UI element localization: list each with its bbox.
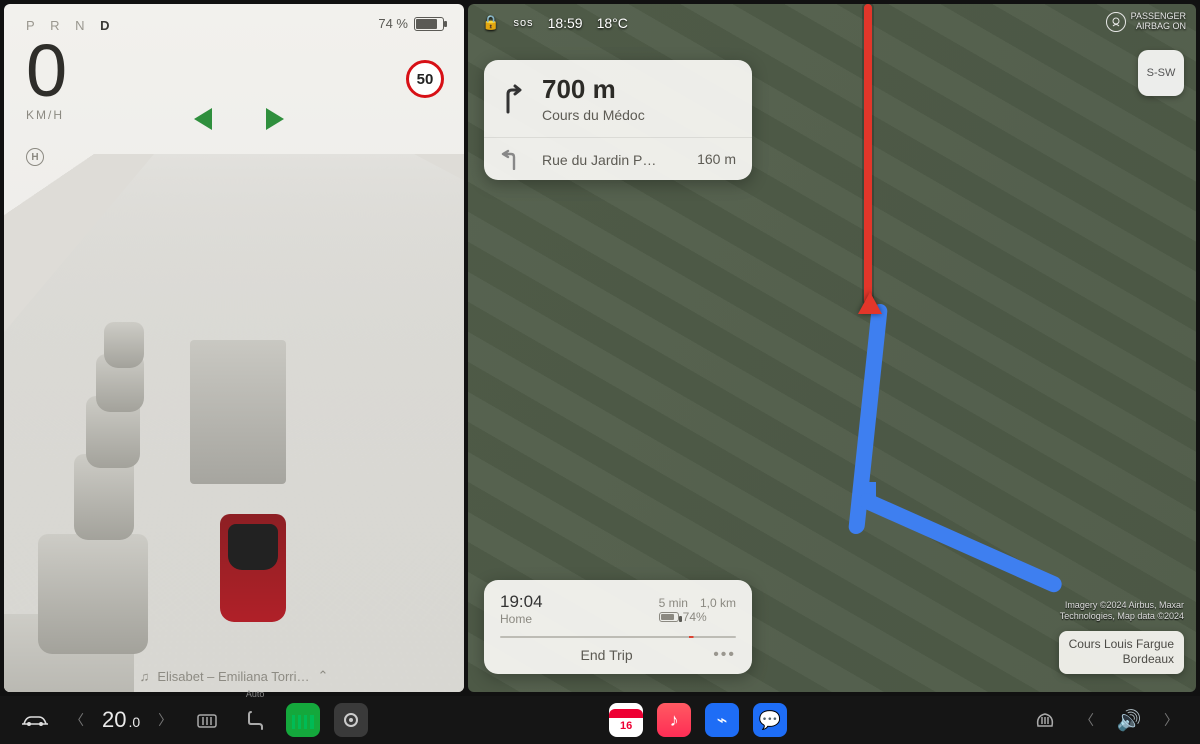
messages-app-button[interactable]: 💬 xyxy=(753,703,787,737)
temp-down-button[interactable]: 〈 xyxy=(66,710,88,730)
trip-progress-bar xyxy=(500,636,736,638)
airbag-line2: AIRBAG ON xyxy=(1131,22,1186,32)
turn-right-icon xyxy=(500,84,528,114)
eta-distance: 1,0 km xyxy=(700,596,736,610)
turn-signal-right-icon xyxy=(266,108,284,130)
trip-summary-card[interactable]: 19:04 Home 5 min 1,0 km 74% End xyxy=(484,580,752,674)
speed-value: 0 xyxy=(26,34,67,108)
eta-duration: 5 min xyxy=(659,596,688,610)
route-segment xyxy=(848,304,888,534)
turn-secondary-road: Rue du Jardin P… xyxy=(542,152,683,168)
now-playing-bar[interactable]: ♫ Elisabet – Emiliana Torri… ⌃ xyxy=(4,668,464,684)
dashcam-app-button[interactable] xyxy=(334,703,368,737)
vehicle-parked xyxy=(104,322,144,368)
map-attribution: Imagery ©2024 Airbus, Maxar Technologies… xyxy=(1060,600,1184,622)
eta-arrival-soc: 74% xyxy=(683,610,707,624)
music-app-button[interactable]: ♪ xyxy=(657,703,691,737)
compass-heading: S-SW xyxy=(1147,67,1176,79)
turn-primary-road: Cours du Médoc xyxy=(542,107,736,123)
airbag-status: PASSENGER AIRBAG ON xyxy=(1106,12,1186,32)
cabin-temperature[interactable]: 20.0 xyxy=(102,707,140,733)
speaker-icon: 🔊 xyxy=(1117,708,1142,733)
volume-button[interactable]: 🔊 xyxy=(1112,703,1146,737)
current-street: Cours Louis Fargue xyxy=(1069,637,1174,653)
compass-button[interactable]: S-SW xyxy=(1138,50,1184,96)
music-note-icon: ♫ xyxy=(140,669,150,684)
airbag-icon xyxy=(1106,12,1126,32)
road-scene xyxy=(4,154,464,692)
vehicle-position-icon xyxy=(858,292,882,314)
bluetooth-app-button[interactable]: ⌁ xyxy=(705,703,739,737)
seat-mode-label: Auto xyxy=(246,689,265,699)
current-location-chip[interactable]: Cours Louis Fargue Bordeaux xyxy=(1059,631,1184,674)
turn-secondary: Rue du Jardin P… 160 m xyxy=(484,137,752,180)
vehicle-truck-ahead xyxy=(190,340,286,484)
chevron-up-icon: ⌃ xyxy=(318,668,329,684)
current-city: Bordeaux xyxy=(1069,652,1174,668)
speedometer: 0 KM/H xyxy=(26,34,67,122)
defrost-rear-button[interactable] xyxy=(190,703,224,737)
eta-arrival-time: 19:04 xyxy=(500,592,543,612)
vehicle-ego xyxy=(220,514,286,622)
route-segment xyxy=(860,482,876,498)
defrost-front-button[interactable] xyxy=(1028,703,1062,737)
speed-unit: KM/H xyxy=(26,108,67,122)
temp-whole: 20 xyxy=(102,707,126,733)
music-note-icon: ♪ xyxy=(670,710,679,731)
car-controls-button[interactable] xyxy=(18,703,52,737)
map-panel[interactable]: 🔒 sos 18:59 18°C PASSENGER AIRBAG ON S-S… xyxy=(468,4,1196,692)
turn-signal-left-icon xyxy=(194,108,212,130)
volume-down-button[interactable]: 〈 xyxy=(1076,710,1098,730)
bottom-dock: 〈 20.0 〉 Auto 16 ♪ ⌁ 💬 xyxy=(0,696,1200,744)
battery-percent: 74 % xyxy=(378,16,408,31)
trip-more-button[interactable]: ••• xyxy=(713,646,736,664)
turn-by-turn-card[interactable]: 700 m Cours du Médoc Rue du Jardin P… 16… xyxy=(484,60,752,180)
now-playing-title: Elisabet – Emiliana Torri… xyxy=(157,669,309,684)
sos-indicator[interactable]: sos xyxy=(513,17,533,29)
route-segment xyxy=(857,491,1064,595)
driving-visualization-panel[interactable]: P R N D 74 % 0 KM/H H 50 ♫ xyxy=(4,4,464,692)
seat-heater-button[interactable]: Auto xyxy=(238,703,272,737)
gear-n: N xyxy=(75,18,90,33)
turn-primary-distance: 700 m xyxy=(542,74,736,105)
energy-app-button[interactable] xyxy=(286,703,320,737)
status-bar: 🔒 sos 18:59 18°C xyxy=(482,14,628,31)
eta-destination: Home xyxy=(500,612,543,626)
chat-icon: 💬 xyxy=(759,710,781,731)
vehicle-parked xyxy=(38,534,148,654)
clock: 18:59 xyxy=(548,15,583,31)
temp-decimal: .0 xyxy=(128,714,140,730)
battery-icon xyxy=(659,612,679,622)
battery-icon xyxy=(414,17,444,31)
turn-left-icon xyxy=(500,148,528,170)
gear-d: D xyxy=(100,18,115,33)
calendar-day: 16 xyxy=(620,721,632,732)
temp-up-button[interactable]: 〉 xyxy=(154,710,176,730)
speed-limit-sign: 50 xyxy=(406,60,444,98)
calendar-app-button[interactable]: 16 xyxy=(609,703,643,737)
turn-secondary-distance: 160 m xyxy=(697,151,736,167)
outside-temperature: 18°C xyxy=(597,15,628,31)
turn-primary: 700 m Cours du Médoc xyxy=(484,60,752,137)
volume-up-button[interactable]: 〉 xyxy=(1160,710,1182,730)
lock-icon[interactable]: 🔒 xyxy=(482,14,499,31)
route-traffic-segment xyxy=(864,4,872,304)
bluetooth-icon: ⌁ xyxy=(717,710,728,731)
battery-status[interactable]: 74 % xyxy=(378,16,444,31)
end-trip-button[interactable]: End Trip xyxy=(500,647,713,663)
